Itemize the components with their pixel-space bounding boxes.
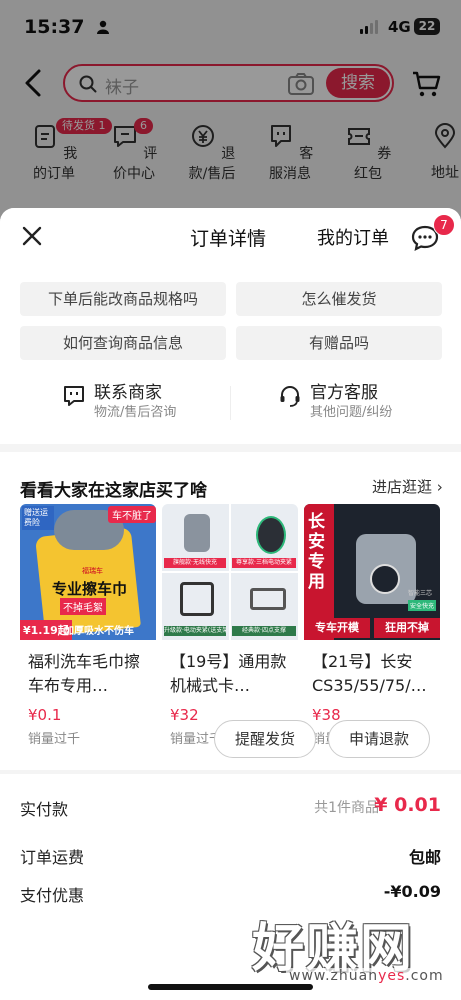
visit-store-link[interactable]: 进店逛逛 › bbox=[372, 476, 443, 497]
product-name: 【21号】长安CS35/55/75/… bbox=[312, 652, 427, 695]
visit-store-label: 进店逛逛 bbox=[372, 478, 433, 496]
product-image: 赠送运费险 车不脏了 福瑞车 专业擦车巾 不掉毛絮 ¥1.19起 加厚吸水不伤车 bbox=[20, 504, 156, 640]
close-icon[interactable] bbox=[20, 224, 44, 248]
product-name: 【19号】通用款机械式卡… bbox=[170, 652, 287, 695]
product-card[interactable]: 赠送运费险 车不脏了 福瑞车 专业擦车巾 不掉毛絮 ¥1.19起 加厚吸水不伤车… bbox=[20, 504, 156, 754]
product-image: 旗舰款·无线快充 尊享款·三档电动夹紧 升级款·电动夹紧(送支架) 经典款·四点… bbox=[162, 504, 298, 640]
shipping-row: 订单运费 包邮 bbox=[20, 844, 441, 868]
apply-refund-button[interactable]: 申请退款 bbox=[328, 720, 430, 758]
product-price: ¥0.1 bbox=[28, 706, 62, 724]
site-watermark: 好赚网 www.zhuanyes.com bbox=[252, 906, 452, 990]
paid-label: 实付款 bbox=[20, 800, 69, 819]
contact-subtitle: 其他问题/纠纷 bbox=[310, 405, 393, 420]
contact-title: 联系商家 bbox=[94, 383, 162, 403]
product-card[interactable]: 旗舰款·无线快充 尊享款·三档电动夹紧 升级款·电动夹紧(送支架) 经典款·四点… bbox=[162, 504, 298, 754]
faq-button[interactable]: 如何查询商品信息 bbox=[20, 326, 226, 360]
divider bbox=[230, 386, 231, 420]
contact-subtitle: 物流/售后咨询 bbox=[94, 405, 177, 420]
faq-button[interactable]: 怎么催发货 bbox=[236, 282, 442, 316]
faq-button[interactable]: 下单后能改商品规格吗 bbox=[20, 282, 226, 316]
shipping-label: 订单运费 bbox=[20, 848, 85, 867]
remind-ship-button[interactable]: 提醒发货 bbox=[214, 720, 316, 758]
image-footer: 专车开模 bbox=[304, 618, 370, 638]
contact-title: 官方客服 bbox=[310, 383, 378, 403]
recommendations-title: 看看大家在这家店买了啥 bbox=[20, 481, 207, 501]
image-label: 经典款·四点支撑 bbox=[232, 626, 296, 636]
message-badge: 7 bbox=[433, 214, 455, 236]
image-label: 尊享款·三档电动夹紧 bbox=[232, 558, 296, 568]
image-badge: 长安专用 bbox=[308, 512, 325, 592]
faq-button[interactable]: 有赠品吗 bbox=[236, 326, 442, 360]
image-footer: 加厚吸水不伤车 bbox=[64, 626, 134, 637]
paid-total: ¥ 0.01 bbox=[374, 794, 441, 816]
image-side-tag: 安全快充 bbox=[408, 600, 437, 611]
image-subline: 不掉毛絮 bbox=[60, 598, 106, 615]
image-footer: 狂用不掉 bbox=[374, 618, 440, 638]
discount-value: -¥0.09 bbox=[383, 882, 441, 901]
image-tag: 赠送运费险 bbox=[22, 506, 54, 530]
sheet-header: 订单详情 我的订单 7 bbox=[0, 208, 461, 266]
image-side-tag: 智能三芯 bbox=[408, 590, 433, 597]
image-label: 旗舰款·无线快充 bbox=[164, 558, 226, 568]
product-sales: 销量过千 bbox=[28, 732, 81, 747]
order-detail-sheet: 订单详情 我的订单 7 下单后能改商品规格吗 怎么催发货 如何查询商品信息 有赠… bbox=[0, 208, 461, 1000]
sheet-title: 订单详情 bbox=[190, 228, 267, 250]
image-headline: 专业擦车巾 bbox=[52, 580, 128, 598]
image-brand: 福瑞车 bbox=[82, 567, 103, 575]
product-price: ¥32 bbox=[170, 706, 199, 724]
watermark-url-a: www.zhuan bbox=[289, 968, 379, 984]
product-price: ¥38 bbox=[312, 706, 341, 724]
paid-row: 实付款 共1件商品 ¥ 0.01 bbox=[20, 794, 441, 820]
watermark-url: www.zhuanyes.com bbox=[286, 968, 447, 984]
product-image: 长安专用 安全快充 智能三芯 专车开模 狂用不掉 bbox=[304, 504, 440, 640]
merchant-chat-icon bbox=[64, 386, 84, 406]
discount-label: 支付优惠 bbox=[20, 886, 85, 905]
home-indicator[interactable] bbox=[148, 984, 313, 990]
image-tag: 车不脏了 bbox=[108, 506, 156, 523]
discount-row: 支付优惠 -¥0.09 bbox=[20, 882, 441, 906]
product-card[interactable]: 长安专用 安全快充 智能三芯 专车开模 狂用不掉 【21号】长安CS35/55/… bbox=[304, 504, 440, 754]
image-label: 升级款·电动夹紧(送支架) bbox=[164, 626, 226, 636]
watermark-url-c: .com bbox=[405, 968, 444, 984]
faq-section: 下单后能改商品规格吗 怎么催发货 如何查询商品信息 有赠品吗 联系商家 物流/售… bbox=[0, 266, 461, 444]
headset-icon bbox=[280, 386, 300, 407]
my-orders-link[interactable]: 我的订单 bbox=[317, 224, 389, 250]
item-count: 共1件商品 bbox=[314, 800, 379, 816]
product-name: 福利洗车毛巾擦车布专用… bbox=[28, 652, 141, 695]
chevron-right-icon: › bbox=[436, 478, 443, 496]
shipping-value: 包邮 bbox=[408, 848, 441, 867]
watermark-url-b: yes bbox=[378, 968, 406, 984]
